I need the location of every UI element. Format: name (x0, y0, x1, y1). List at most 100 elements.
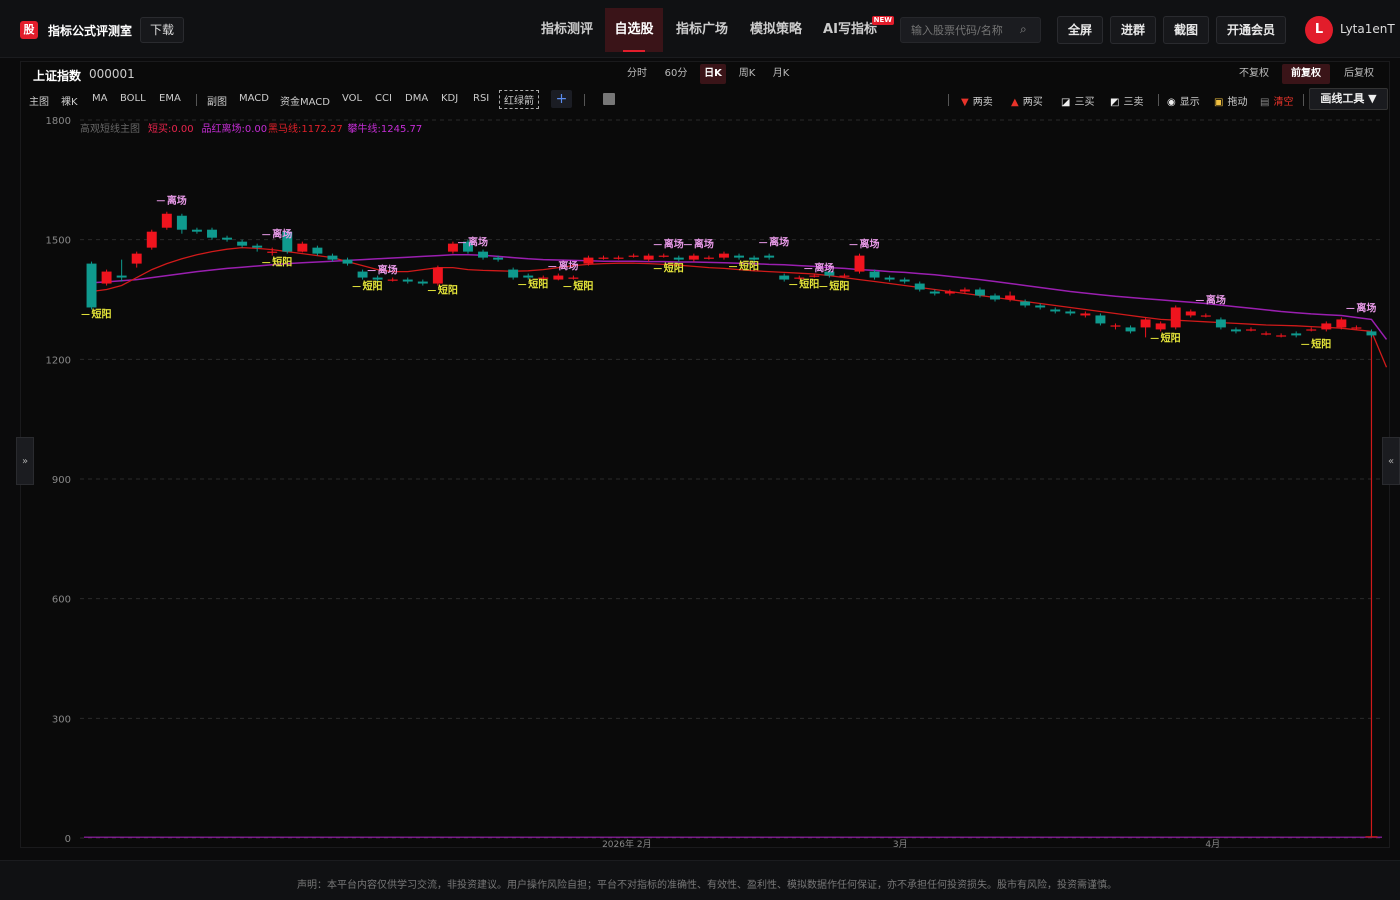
candle-body (387, 279, 398, 281)
candle-down (191, 227, 202, 234)
expand-left-tab[interactable]: » (16, 437, 34, 485)
signal-sell-label: 离场 (1356, 301, 1376, 314)
candle-body (929, 291, 940, 294)
candle-body (131, 253, 142, 264)
candle-body (658, 255, 669, 257)
signal-sell-label: 离场 (272, 228, 292, 241)
candle-up (854, 253, 865, 274)
candle-up (387, 277, 398, 282)
candle-body (583, 257, 594, 264)
candle-down (402, 277, 413, 284)
candle-body (749, 257, 760, 260)
signal-buy-label: 短阳 (1311, 337, 1331, 350)
candle-up (146, 229, 157, 250)
candle-body (1261, 333, 1272, 335)
y-tick-label: 1800 (46, 116, 71, 127)
legend-item: 品红离场:0.00 (202, 122, 268, 135)
signal-buy-label: 短阳 (1161, 331, 1181, 344)
signal-buy-label: 短阳 (799, 278, 819, 291)
candle-body (417, 281, 428, 284)
candle-body (372, 277, 383, 280)
candle-down (86, 261, 97, 310)
candle-up (1200, 313, 1211, 318)
candle-body (809, 275, 820, 277)
candle-up (447, 241, 458, 254)
y-tick-label: 1500 (46, 236, 71, 247)
candle-up (613, 255, 624, 260)
x-axis: 2026年 2月 3月 4月 (602, 838, 1220, 850)
candle-body (1110, 325, 1121, 327)
candle-body (146, 231, 157, 248)
candle-body (402, 279, 413, 282)
collapse-right-tab[interactable]: « (1382, 437, 1400, 485)
candle-body (1050, 309, 1061, 312)
legend-item: 攀牛线:1245.77 (348, 122, 423, 135)
candle-body (86, 263, 97, 308)
signal-sell-label: 离场 (769, 236, 789, 249)
candle-body (673, 257, 684, 260)
candle-up (568, 275, 579, 280)
candle-body (116, 275, 127, 278)
candle-body (1185, 311, 1196, 316)
candle-body (161, 213, 172, 228)
candle-body (478, 251, 489, 258)
x-tick-label: 4月 (1205, 839, 1220, 850)
candle-body (222, 237, 233, 240)
candle-body (523, 275, 534, 278)
candle-body (839, 275, 850, 277)
candle-up (1155, 321, 1166, 332)
disclaimer-text: 声明：本平台内容仅供学习交流，非投资建议。用户操作风险自担；平台不对指标的准确性… (297, 880, 1117, 891)
candle-down (779, 273, 790, 282)
candle-body (1336, 319, 1347, 328)
signal-sell-label: 离场 (1206, 293, 1226, 306)
candle-up (432, 265, 443, 286)
y-axis: 1800 1500 1200 900 600 300 0 (46, 116, 71, 845)
y-tick-label: 1200 (46, 355, 71, 366)
candle-up (1110, 323, 1121, 330)
candle-body (252, 245, 263, 248)
candle-body (1170, 307, 1181, 328)
candle-body (191, 229, 202, 232)
grid-lines (80, 119, 1382, 839)
candle-up (598, 255, 609, 260)
candle-down (1125, 325, 1136, 334)
candle-body (1065, 311, 1076, 314)
candle-up (658, 253, 669, 258)
candle-body (1080, 313, 1091, 316)
candle-up (1185, 309, 1196, 318)
candle-body (1005, 295, 1016, 300)
legend-item: 短买:0.00 (148, 122, 194, 135)
signal-buy-label: 短阳 (829, 280, 849, 293)
candle-body (779, 275, 790, 280)
candle-body (327, 255, 338, 260)
candle-body (312, 247, 323, 254)
candle-body (1020, 301, 1031, 306)
candle-body (342, 259, 353, 264)
candle-body (884, 277, 895, 280)
candle-body (357, 271, 368, 278)
candle-body (944, 291, 955, 294)
candle-down (222, 235, 233, 242)
candle-up (101, 269, 112, 286)
candle-down (252, 243, 263, 252)
candle-body (959, 289, 970, 292)
candle-down (734, 253, 744, 260)
candle-up (297, 241, 308, 253)
candle-body (703, 257, 714, 259)
candle-up (1140, 317, 1151, 338)
y-tick-label: 300 (52, 714, 71, 725)
candle-down (417, 279, 428, 286)
signal-sell-label: 离场 (694, 238, 714, 251)
signal-buy-label: 短阳 (92, 307, 112, 320)
candle-body (688, 255, 699, 260)
candle-down (884, 275, 895, 282)
candle-body (613, 257, 624, 259)
candle-up (628, 253, 639, 258)
signal-sell-label: 离场 (558, 260, 578, 273)
candle-down (237, 239, 248, 248)
candle-down (899, 277, 910, 284)
candle-body (869, 271, 880, 278)
kline-chart[interactable]: 1800150012009006003000 2026年 2月 3月 4月 短阳离场… (0, 0, 1400, 900)
candle-body (553, 275, 564, 280)
candle-body (447, 243, 458, 252)
